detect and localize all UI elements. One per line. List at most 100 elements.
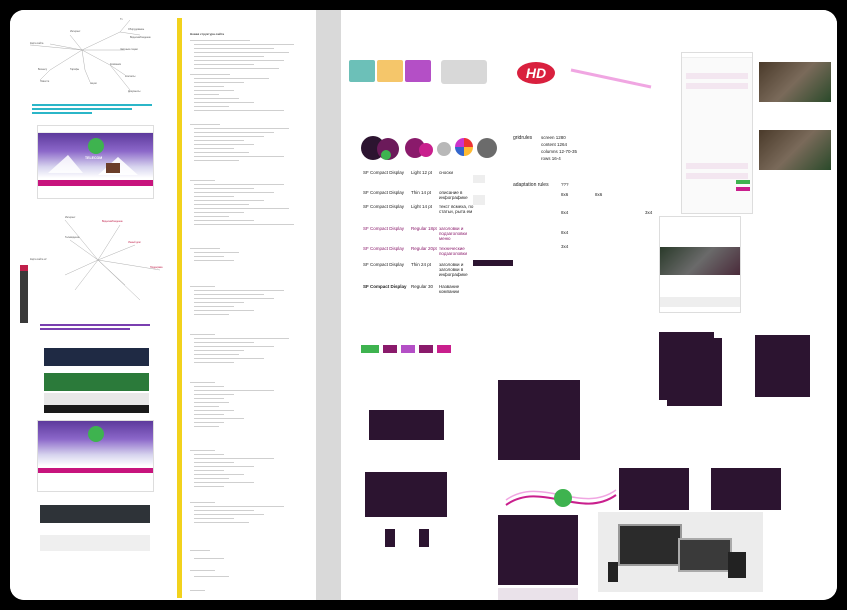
page-mock-buttons — [736, 180, 761, 198]
swatch-gray — [437, 142, 451, 156]
svg-text:Видеонаблюдение: Видеонаблюдение — [130, 36, 151, 39]
winter-banner: TELECOM — [38, 133, 153, 178]
adaptation-marker: ??? — [561, 182, 569, 187]
type-row-2-usage: описание в инфографике — [439, 190, 468, 200]
typography-table: SF Compact Display Light 12 pt сноски SF… — [363, 170, 483, 300]
dark-table-3 — [755, 335, 810, 397]
svg-text:Интернет: Интернет — [65, 216, 76, 219]
swatch-slate — [477, 138, 497, 158]
type-row-4-font: SF Compact Display — [363, 226, 405, 231]
dark-table-2 — [667, 338, 722, 406]
brand-text: TELECOM — [85, 156, 103, 160]
svg-text:Tv: Tv — [120, 18, 123, 21]
light-streak-image — [570, 68, 652, 89]
type-row-5-font: SF Compact Display — [363, 246, 405, 251]
type-row-7-usage: Название компании — [439, 284, 460, 294]
type-row-4-usage: заголовки и подзаголовки меню — [439, 226, 468, 241]
svg-text:Интернет: Интернет — [70, 30, 81, 33]
dark-slide-6 — [498, 515, 578, 585]
sample-text-block-1 — [473, 175, 485, 183]
type-row-3-style: Light 14 pt — [411, 204, 433, 209]
svg-text:Оборудование: Оборудование — [128, 28, 145, 31]
sample-text-block-2 — [473, 195, 485, 205]
sitemap-column: Карта сайта Интернет Tv Оборудование Видео… — [10, 10, 180, 600]
type-row-7-font: SF Compact Display — [363, 284, 407, 289]
tile-car-icon — [349, 60, 375, 82]
grid-rules-title: gridrules — [513, 135, 533, 141]
swatch-multicolor — [455, 138, 473, 156]
teal-note — [32, 104, 152, 114]
page-mock-landing — [659, 216, 741, 313]
hd-badge: HD — [517, 62, 555, 84]
svg-text:Телевидение: Телевидение — [65, 236, 80, 239]
grid-rule-3: columns 12-70-35 — [541, 149, 578, 154]
type-row-6-style: Thin 24 pt — [411, 262, 432, 267]
svg-text:Карта сайта: Карта сайта — [30, 42, 44, 45]
svg-text:Документы: Документы — [128, 90, 141, 93]
type-row-6-font: SF Compact Display — [363, 262, 405, 267]
dark-slide-2 — [369, 410, 444, 440]
dark-slide-5 — [711, 468, 781, 510]
purple-note — [40, 324, 150, 334]
promo-banner-4 — [44, 405, 149, 413]
moodboard-canvas: HD SF Compact Display Light 12 pt сноски… — [341, 10, 837, 600]
adaptation-ratio-5: 8x4 — [561, 230, 569, 235]
partial-map — [498, 588, 578, 600]
svg-text:Акции: Акции — [90, 82, 97, 85]
sample-dark-bar — [473, 260, 513, 266]
dark-slide-7 — [385, 529, 395, 547]
sidebar-mock — [20, 265, 28, 323]
doc-text-lines — [190, 40, 294, 591]
adaptation-ratio-3: 8x4 — [561, 210, 569, 215]
promo-banner-3 — [44, 393, 149, 405]
adaptation-ratio-7: 3x4 — [561, 244, 569, 249]
promo-banner-2 — [44, 373, 149, 391]
svg-text:Бизнесу: Бизнесу — [38, 68, 48, 71]
grid-rule-1: screen 1280 — [541, 135, 566, 140]
structure-document: Новая структура сайта — [184, 10, 314, 600]
svg-text:Контакты: Контакты — [125, 75, 136, 78]
button-row — [361, 345, 471, 357]
type-row-1-font: SF Compact Display — [363, 170, 405, 175]
brand-logo — [88, 138, 104, 154]
footer-mock — [40, 505, 150, 523]
type-row-2-font: SF Compact Display — [363, 190, 405, 195]
divider-bar — [177, 18, 182, 598]
site-screenshot-bottom — [37, 420, 154, 492]
svg-text:Частным лицам: Частным лицам — [120, 48, 138, 51]
adaptation-ratio-2: 8x6 — [595, 192, 603, 197]
design-board: Карта сайта Интернет Tv Оборудование Видео… — [10, 10, 837, 600]
type-row-7-style: Regular 30 — [411, 284, 434, 289]
svg-text:Карта сайта v2: Карта сайта v2 — [30, 258, 47, 261]
promo-banner-1 — [44, 348, 149, 366]
type-row-1-usage: сноски — [439, 170, 453, 175]
adaptation-ratio-1: 8x6 — [561, 192, 569, 197]
hero-photo-1 — [759, 62, 831, 102]
gray-separator — [316, 10, 341, 600]
svg-text:Новости: Новости — [40, 80, 50, 83]
grid-rule-4: rows 16-4 — [541, 156, 561, 161]
adaptation-ratio-4: 3x4 — [645, 210, 653, 215]
swatch-pink — [419, 143, 433, 157]
adaptation-title: adaptation rules — [513, 182, 549, 188]
device-mockup — [598, 512, 763, 592]
dark-slide-8 — [419, 529, 429, 547]
dark-slide-4 — [619, 468, 689, 510]
type-row-1-style: Light 12 pt — [411, 170, 433, 175]
tile-signal-icon — [377, 60, 403, 82]
svg-text:Видеонаблюдение: Видеонаблюдение — [102, 220, 123, 223]
dark-slide-1 — [498, 380, 580, 460]
type-row-5-usage: технические подзаголовки — [439, 246, 468, 256]
dark-slide-3 — [365, 472, 447, 517]
grid-rule-2: content 1264 — [541, 142, 568, 147]
svg-text:Поддержка: Поддержка — [150, 266, 163, 269]
svg-text:Умный дом: Умный дом — [128, 241, 141, 244]
type-row-3-font: SF Compact Display — [363, 204, 405, 209]
type-row-3-usage: текст всмеха, по статьи, рыта ем — [439, 204, 474, 214]
swatch-green — [381, 150, 391, 160]
type-row-4-style: Regular 18pt — [411, 226, 437, 231]
svg-text:Тарифы: Тарифы — [70, 68, 79, 71]
svg-text:Компания: Компания — [110, 63, 122, 66]
site-screenshot-top: TELECOM — [37, 125, 154, 199]
router-device-image — [441, 60, 487, 84]
